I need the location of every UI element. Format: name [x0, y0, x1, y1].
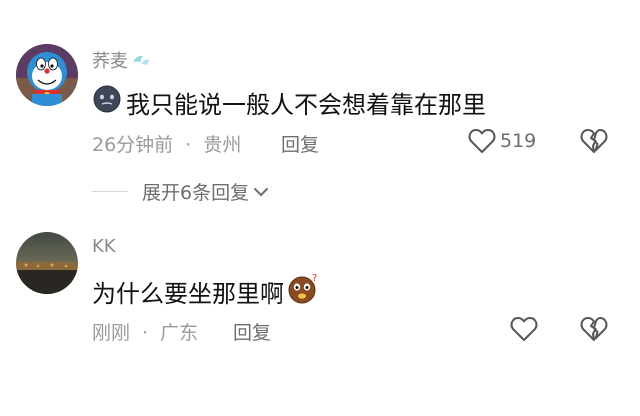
doraemon-avatar-icon [16, 44, 78, 106]
dark-face-emoji-icon [92, 84, 122, 120]
comments-page: 荞麦 我只能说一般人不会想着靠在那里 26分钟前 · 贵州 回复 519 展开6… [0, 0, 640, 416]
avatar[interactable] [16, 232, 78, 294]
reply-button[interactable]: 回复 [281, 130, 319, 157]
heart-outline-icon[interactable] [468, 128, 496, 158]
like-count: 519 [500, 130, 537, 152]
username[interactable]: 荞麦 [92, 47, 151, 73]
broken-heart-icon[interactable] [580, 316, 608, 346]
chevron-down-icon [253, 186, 269, 198]
meta-separator: · [185, 134, 192, 156]
location: 贵州 [203, 134, 242, 156]
heart-outline-icon[interactable] [510, 316, 538, 346]
comment-body: 为什么要坐那里啊 [92, 279, 284, 308]
expand-replies-label: 展开6条回复 [142, 182, 250, 204]
timestamp: 刚刚 [92, 322, 131, 344]
reply-button[interactable]: 回复 [233, 318, 271, 345]
comment-meta: 26分钟前 · 贵州 [92, 130, 241, 157]
username[interactable]: KK [92, 236, 116, 257]
confused-face-emoji-icon: ? [286, 272, 320, 310]
location: 广东 [160, 322, 199, 344]
expand-replies-button[interactable]: 展开6条回复 [92, 178, 269, 205]
landscape-avatar-icon [16, 232, 78, 294]
comment-meta: 刚刚 · 广东 [92, 318, 198, 345]
sparkle-badge-icon [131, 52, 151, 68]
avatar[interactable] [16, 44, 78, 106]
expand-divider [92, 191, 128, 192]
timestamp: 26分钟前 [92, 134, 174, 156]
comment-body: 我只能说一般人不会想着靠在那里 [126, 90, 486, 119]
svg-text:?: ? [312, 273, 317, 284]
comment-text: 为什么要坐那里啊 ? [92, 272, 320, 310]
meta-separator: · [142, 322, 149, 344]
username-text: 荞麦 [92, 51, 128, 72]
comment-text: 我只能说一般人不会想着靠在那里 [92, 84, 486, 120]
broken-heart-icon[interactable] [580, 128, 608, 158]
